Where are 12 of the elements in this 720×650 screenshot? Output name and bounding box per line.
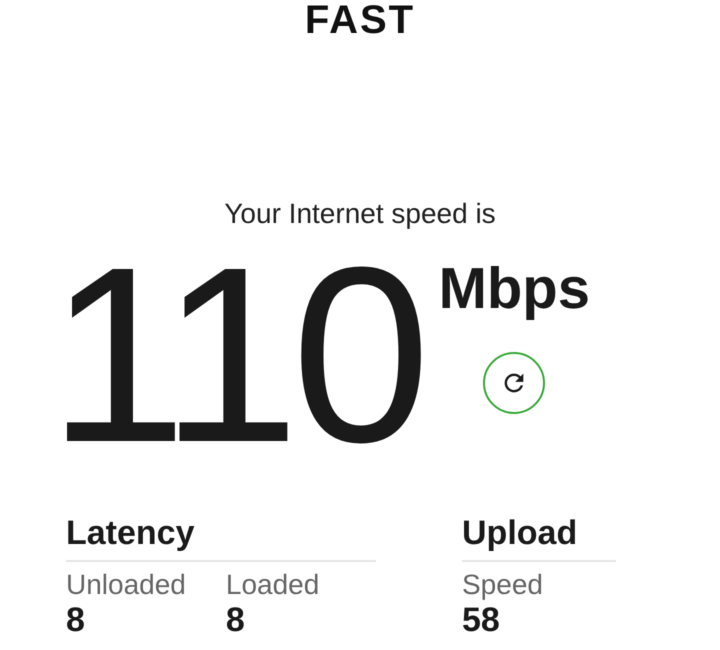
logo: FAST [304, 0, 416, 40]
speed-unit: Mbps [438, 260, 590, 318]
metric-label: Speed [462, 570, 543, 601]
speed-caption: Your Internet speed is [224, 200, 496, 228]
speed-value: 110 [48, 230, 423, 480]
metric-value: 8 [66, 602, 86, 637]
metric-label: Unloaded [66, 570, 186, 601]
section-title: Upload [462, 514, 578, 552]
metric-label: Loaded [226, 570, 320, 601]
metric-value: 58 [462, 602, 501, 637]
section-title: Latency [66, 514, 194, 552]
metric-value: 8 [226, 602, 246, 637]
